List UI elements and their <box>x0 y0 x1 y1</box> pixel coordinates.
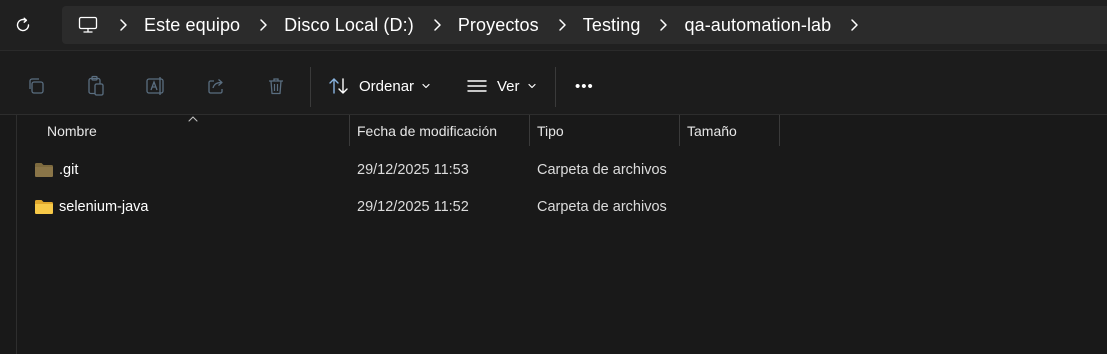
toolbar-divider <box>555 67 556 107</box>
chevron-down-icon <box>527 82 537 90</box>
command-bar: Ordenar Ver ••• <box>0 50 1107 115</box>
file-list: Nombre Fecha de modificación Tipo Tamaño… <box>16 115 1107 354</box>
file-name-label: .git <box>59 162 79 178</box>
share-icon[interactable] <box>205 75 227 97</box>
paste-icon[interactable] <box>85 75 107 97</box>
list-item[interactable]: .git 29/12/2025 11:53 Carpeta de archivo… <box>17 152 1107 188</box>
toolbar-divider <box>310 67 311 107</box>
address-bar-row: Este equipo Disco Local (D:) Proyectos T… <box>0 0 1107 50</box>
chevron-right-icon[interactable] <box>429 17 445 33</box>
sort-label: Ordenar <box>359 77 415 95</box>
chevron-down-icon <box>421 82 431 90</box>
chevron-right-icon[interactable] <box>846 17 862 33</box>
column-header-type[interactable]: Tipo <box>530 115 679 146</box>
chevron-right-icon[interactable] <box>255 17 271 33</box>
file-type: Carpeta de archivos <box>537 162 667 178</box>
file-type: Carpeta de archivos <box>537 199 667 215</box>
more-options-button[interactable]: ••• <box>575 73 594 99</box>
view-label: Ver <box>497 77 520 95</box>
breadcrumb-disco-local[interactable]: Disco Local (D:) <box>284 15 414 36</box>
breadcrumb-qa-automation-lab[interactable]: qa-automation-lab <box>684 15 831 36</box>
column-divider[interactable] <box>779 115 780 146</box>
file-modified: 29/12/2025 11:53 <box>357 162 469 178</box>
delete-icon[interactable] <box>265 75 287 97</box>
refresh-icon[interactable] <box>11 13 35 37</box>
folder-icon <box>34 199 54 215</box>
column-header-name[interactable]: Nombre <box>40 115 350 146</box>
view-icon <box>466 78 488 94</box>
chevron-right-icon[interactable] <box>655 17 671 33</box>
chevron-right-icon[interactable] <box>554 17 570 33</box>
column-header-size[interactable]: Tamaño <box>680 115 779 146</box>
folder-icon <box>34 162 54 178</box>
chevron-right-icon[interactable] <box>115 17 131 33</box>
sort-button[interactable]: Ordenar <box>328 73 431 99</box>
address-bar[interactable]: Este equipo Disco Local (D:) Proyectos T… <box>62 6 1107 44</box>
copy-icon[interactable] <box>25 75 47 97</box>
rename-icon[interactable] <box>145 75 167 97</box>
file-name-label: selenium-java <box>59 199 149 215</box>
file-modified: 29/12/2025 11:52 <box>357 199 469 215</box>
sort-icon <box>328 77 350 95</box>
breadcrumb-testing[interactable]: Testing <box>583 15 641 36</box>
breadcrumb-este-equipo[interactable]: Este equipo <box>144 15 240 36</box>
computer-icon <box>76 13 100 37</box>
breadcrumb-proyectos[interactable]: Proyectos <box>458 15 539 36</box>
file-name: selenium-java <box>34 189 148 225</box>
column-header-row: Nombre Fecha de modificación Tipo Tamaño <box>17 115 1107 146</box>
view-button[interactable]: Ver <box>466 73 537 99</box>
more-icon: ••• <box>575 77 594 95</box>
file-name: .git <box>34 152 78 188</box>
column-header-modified[interactable]: Fecha de modificación <box>350 115 528 146</box>
list-item[interactable]: selenium-java 29/12/2025 11:52 Carpeta d… <box>17 189 1107 225</box>
